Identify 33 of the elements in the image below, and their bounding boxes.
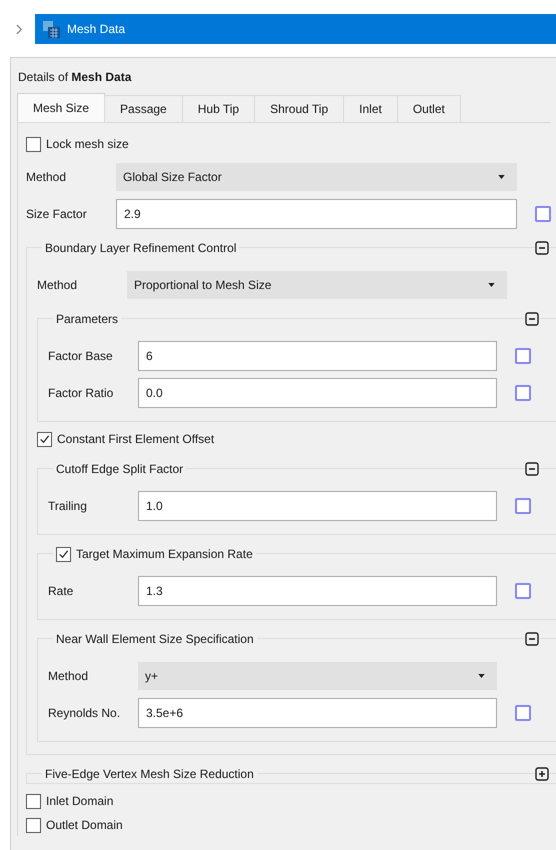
input-field[interactable]: 0.0 xyxy=(138,378,497,408)
group-title: Target Maximum Expansion Rate xyxy=(76,547,253,561)
field-label: Rate xyxy=(48,584,74,598)
tab[interactable]: Passage xyxy=(104,95,183,122)
field-label: Method xyxy=(37,278,78,292)
tab[interactable]: Outlet xyxy=(396,95,461,122)
group-title: Five-Edge Vertex Mesh Size Reduction xyxy=(42,767,257,781)
input-field[interactable]: 1.0 xyxy=(138,491,497,521)
checkbox-label: Outlet Domain xyxy=(46,818,123,832)
checkbox-label: Inlet Domain xyxy=(46,794,114,808)
checkbox-label: Lock mesh size xyxy=(46,137,129,151)
panel-title: Details of Mesh Data xyxy=(17,69,132,86)
input-field[interactable]: 3.5e+6 xyxy=(138,698,497,728)
group-title: Boundary Layer Refinement Control xyxy=(42,241,240,255)
field-label: Reynolds No. xyxy=(48,706,122,720)
input-field[interactable]: 6 xyxy=(138,341,497,371)
checkbox-label: Constant First Element Offset xyxy=(57,432,214,446)
group-title: Near Wall Element Size Specification xyxy=(53,632,257,646)
tab[interactable]: Mesh Size xyxy=(17,93,106,122)
input-field[interactable]: 1.3 xyxy=(138,576,497,606)
method-dropdown[interactable]: y+ xyxy=(138,662,497,690)
method-dropdown[interactable]: Proportional to Mesh Size xyxy=(127,271,507,299)
input-field[interactable]: 2.9 xyxy=(116,199,517,229)
field-label: Factor Base xyxy=(48,349,114,363)
field-label: Trailing xyxy=(48,499,88,513)
group-title: Parameters xyxy=(53,312,122,326)
field-label: Method xyxy=(26,170,68,184)
field-label: Method xyxy=(48,669,90,683)
method-dropdown[interactable]: Global Size Factor xyxy=(116,163,517,191)
tree-item[interactable]: Mesh Data xyxy=(35,14,556,44)
field-label: Factor Ratio xyxy=(48,386,114,400)
group-title: Cutoff Edge Split Factor xyxy=(53,462,186,476)
field-label: Size Factor xyxy=(26,207,88,221)
